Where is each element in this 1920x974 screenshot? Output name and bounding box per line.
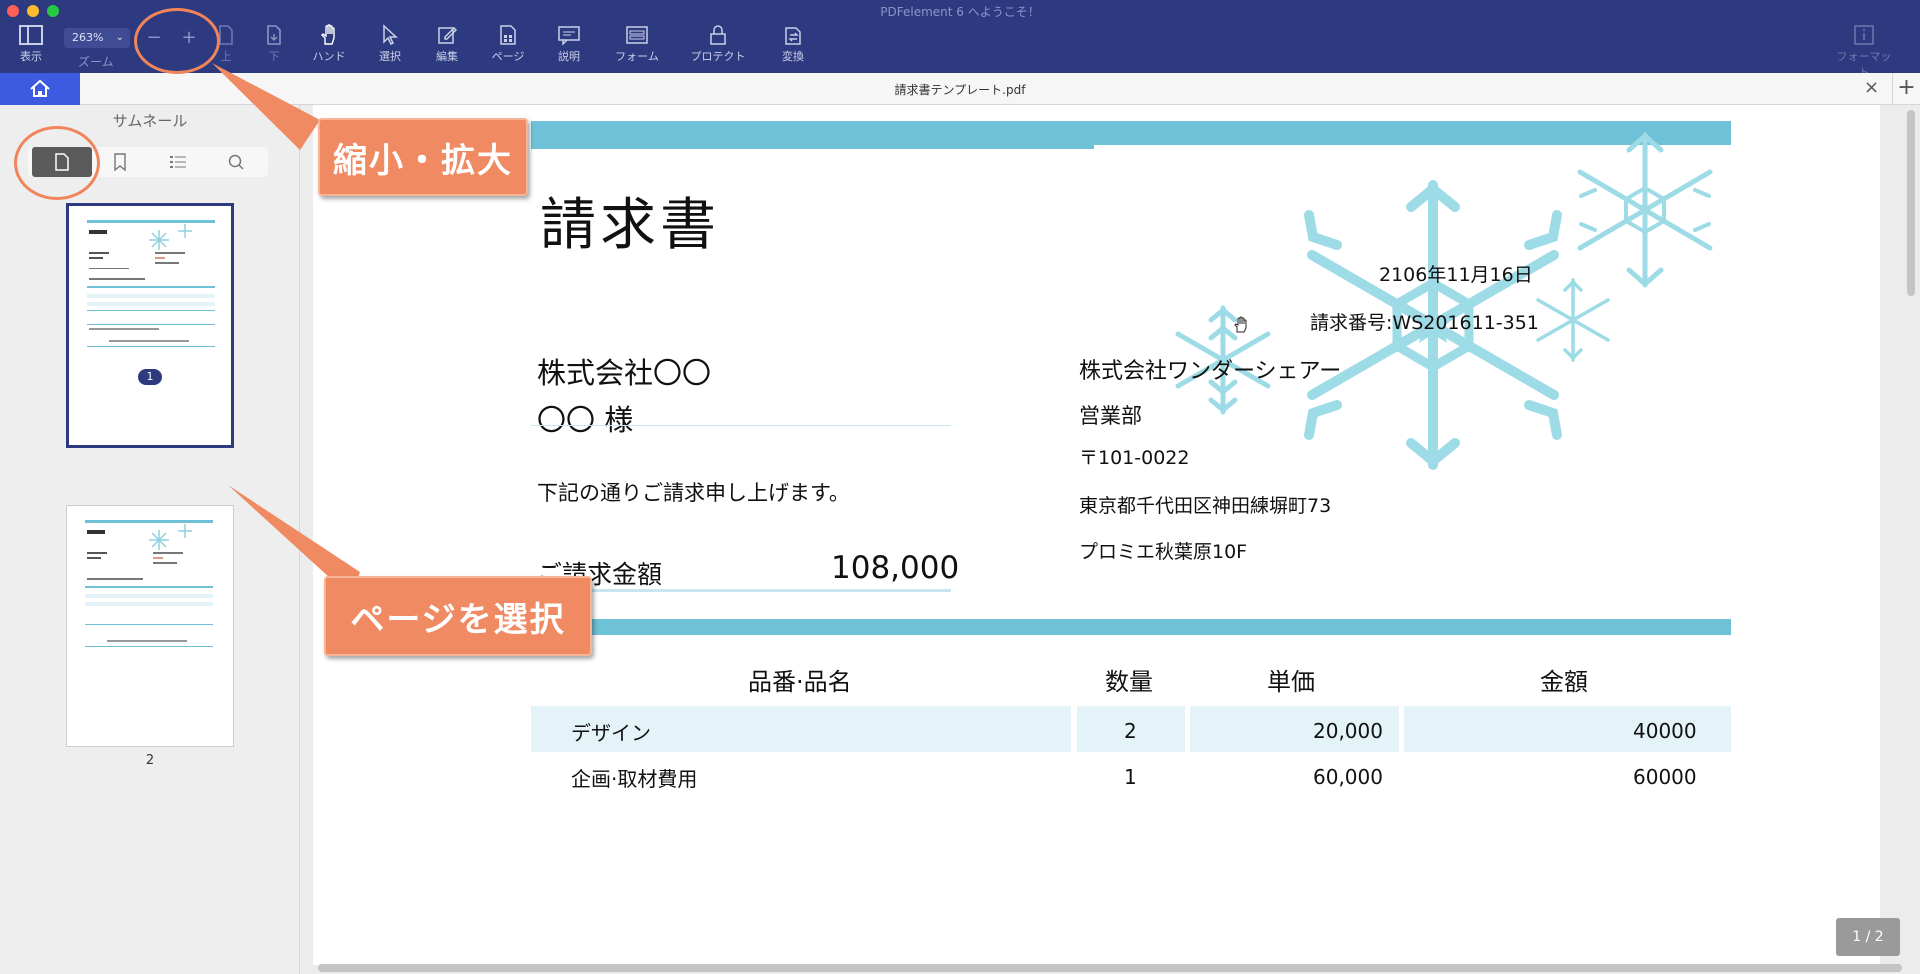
select-page-callout: ページを選択 — [324, 576, 592, 656]
zoom-highlight-ring — [134, 8, 220, 74]
thumbnail-tab-highlight-ring — [14, 126, 100, 200]
callout-pointers — [212, 63, 360, 598]
zoom-callout: 縮小・拡大 — [318, 118, 528, 196]
